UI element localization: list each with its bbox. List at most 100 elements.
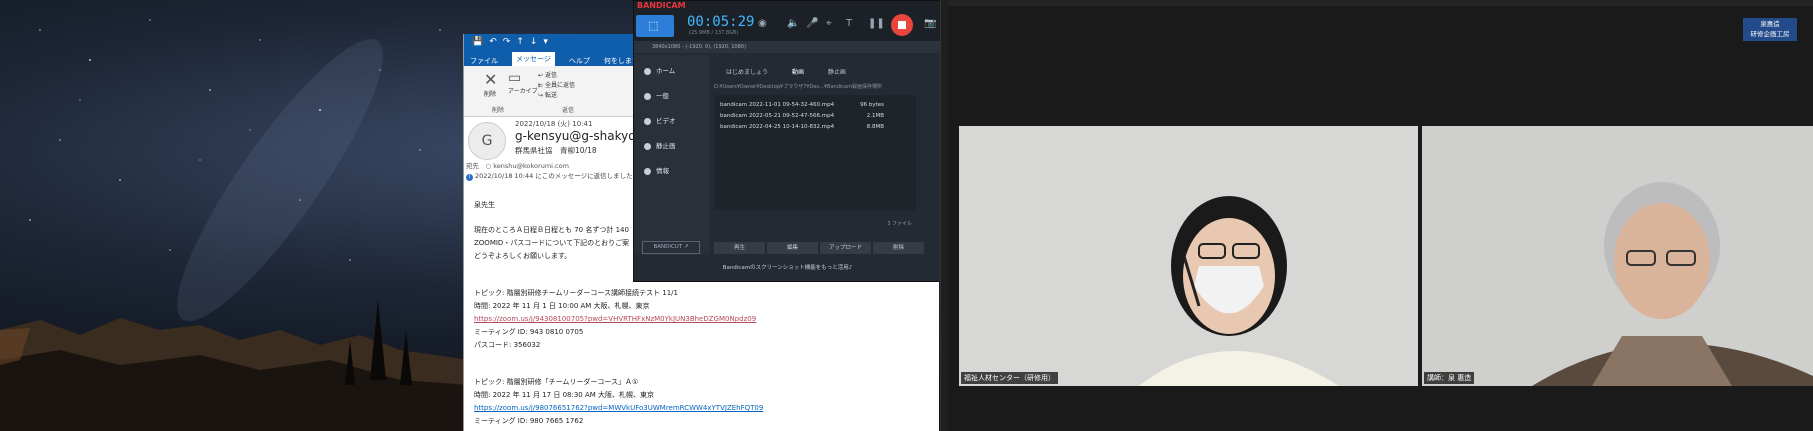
screen-mode-button[interactable]: ⬚ [636,15,674,37]
delete-group-label: 削除 [492,107,505,114]
up-arrow-icon[interactable]: ↑ [516,37,524,47]
message-date: 2022/10/18 (火) 10:41 [515,120,593,128]
archive-button[interactable]: ▭ アーカイブ [508,70,538,95]
tab-help[interactable]: ヘルプ [569,56,590,66]
more-icon[interactable]: ▾ [543,37,548,47]
reply-info-text: 2022/10/18 10:44 にこのメッセージに返信しました。 [475,172,640,180]
meeting2-time: 時間: 2022 年 11 月 17 日 08:30 AM 大阪、札幌、東京 [474,391,655,399]
archive-label: アーカイブ [508,88,538,95]
recording-size: (25.9MB / 137.8GB) [689,30,739,36]
bandicam-toolbar: BANDICAM ⬚ 00:05:29 (25.9MB / 137.8GB) ◉… [634,1,941,41]
speaker-icon[interactable]: 🔈 [787,18,799,29]
sidebar-item-image[interactable]: 静止画 [644,140,676,150]
delete-icon: ✕ [484,70,498,89]
sidebar-item-info[interactable]: 情報 [644,165,669,175]
video-tile-speaker[interactable]: 講師：泉 惠造 [1422,126,1813,386]
sender-address[interactable]: g-kensyu@g-shakyo.or [515,129,651,143]
sidebar-item-home[interactable]: ホーム [644,65,675,75]
meeting1-id: ミーティング ID: 943 0810 0705 [474,328,584,336]
speaker-video [1532,182,1813,386]
microphone-icon[interactable]: 🎤 [806,18,818,29]
speaker-name: 講師：泉 惠造 [1424,372,1475,384]
zoom-titlebar [948,0,1813,6]
upload-button[interactable]: アップロード [820,242,871,254]
reply-button[interactable]: ↩ 返信 [538,70,557,79]
delete-label: 削除 [484,91,497,98]
delete-button[interactable]: ✕ 削除 [484,70,497,98]
sidebar-item-general[interactable]: 一般 [644,90,669,100]
archive-icon: ▭ [508,70,522,86]
bandicam-tip[interactable]: Bandicamのスクリーンショット機能をもっと活用♪ [634,263,941,271]
bandicam-main: はじめましょう 動画 静止画 D:¥Users¥Owner¥Desktop¥ブラ… [714,55,940,255]
reply-all-icon: ⇇ [538,82,544,89]
bandicam-sidebar: ホーム 一般 ビデオ 静止画 情報 BANDICUT ↗ [634,55,710,255]
resolution-bar: 3840x1080 - (-1920, 0), (1920, 1080) [634,41,941,53]
edit-button[interactable]: 編集 [767,242,818,254]
sender-organization: 群馬県社協 青柳10/18 [515,146,597,155]
bandicut-button[interactable]: BANDICUT ↗ [642,241,700,254]
file-name[interactable]: bandicam 2022-11-01 09-54-32-460.mp4 [720,102,834,108]
file-actions: 再生 編集 アップロード 削除 [714,242,924,254]
logo-line: 研修企画工房 [1750,30,1790,38]
reply-group-label: 返信 [562,107,575,114]
recording-timer: 00:05:29 [687,14,755,30]
sidebar-label: ホーム [656,67,676,75]
avatar: G [468,122,506,160]
presenter-logo: 泉惠造 研修企画工房 [1743,18,1797,41]
camera-icon[interactable]: 📷 [924,18,936,29]
bandicam-window: BANDICAM ⬚ 00:05:29 (25.9MB / 137.8GB) ◉… [633,0,942,282]
recipient-line: 宛先 ○ kenshu@kokorumi.com [466,162,569,170]
webcam-icon[interactable]: ◉ [758,18,767,29]
participant-video [1139,196,1339,386]
info-icon [644,167,651,175]
file-name[interactable]: bandicam 2022-04-25 10-14-10-832.mp4 [720,124,834,130]
meeting2-link[interactable]: https://zoom.us/j/98076651762?pwd=MWVkUF… [474,402,929,415]
play-button[interactable]: 再生 [714,242,765,254]
meeting1-time: 時間: 2022 年 11 月 1 日 10:00 AM 大阪、札幌、東京 [474,302,650,310]
reply-info-bar: i 2022/10/18 10:44 にこのメッセージに返信しました。 [466,170,639,181]
reply-all-button[interactable]: ⇇ 全員に返信 [538,80,575,89]
undo-icon[interactable]: ↶ [489,37,497,47]
tab-images[interactable]: 静止画 [828,69,846,76]
mouse-icon[interactable]: ⌖ [826,18,832,29]
forward-label: 転送 [544,92,557,99]
logo-line: 泉惠造 [1760,20,1780,28]
forward-icon: ↪ [538,92,544,99]
stop-record-button[interactable] [891,14,913,36]
meeting1-topic: トピック: 階層別研修チームリーダーコース講師接続テスト 11/1 [474,289,678,297]
gear-icon [644,92,651,100]
reply-icon: ↩ [538,72,544,79]
pause-icon[interactable]: ❚❚ [868,18,885,29]
tab-videos[interactable]: 動画 [792,69,804,76]
text-icon[interactable]: T [846,18,852,29]
tab-file[interactable]: ファイル [470,56,498,66]
reply-label: 返信 [544,72,557,79]
tab-message[interactable]: メッセージ [512,52,555,66]
meeting2-id: ミーティング ID: 980 7665 1762 [474,417,584,425]
file-list: bandicam 2022-11-01 09-54-32-460.mp4 96 … [714,95,916,210]
tab-get-started[interactable]: はじめましょう [726,69,768,76]
home-icon [644,67,651,75]
sidebar-item-video[interactable]: ビデオ [644,115,676,125]
image-icon [644,142,651,150]
mountain-silhouette [0,300,470,431]
save-icon[interactable]: 💾 [472,37,483,47]
video-tile-participant[interactable]: 福祉人材センター（研修用） [959,126,1418,386]
folder-path: D:¥Users¥Owner¥Desktop¥ブラウザ7¥Des...¥Band… [714,84,882,90]
file-count: 3 ファイル [887,221,912,227]
down-arrow-icon[interactable]: ↓ [530,37,538,47]
meeting1-passcode: パスコード: 356032 [474,341,541,349]
redo-icon[interactable]: ↷ [503,37,511,47]
sidebar-label: ビデオ [656,117,676,125]
file-size: 96 bytes [860,102,884,108]
file-size: 2.1MB [866,113,884,119]
file-size: 8.8MB [866,124,884,130]
forward-button[interactable]: ↪ 転送 [538,90,557,99]
meeting1-link[interactable]: https://zoom.us/j/94308100705?pwd=VHVRTH… [474,313,929,326]
file-name[interactable]: bandicam 2022-05-21 09-52-47-566.mp4 [720,113,834,119]
video-icon [644,117,651,125]
sidebar-label: 一般 [656,92,669,100]
reply-all-label: 全員に返信 [544,82,575,89]
delete-file-button[interactable]: 削除 [873,242,924,254]
participant-name: 福祉人材センター（研修用） [961,372,1058,384]
